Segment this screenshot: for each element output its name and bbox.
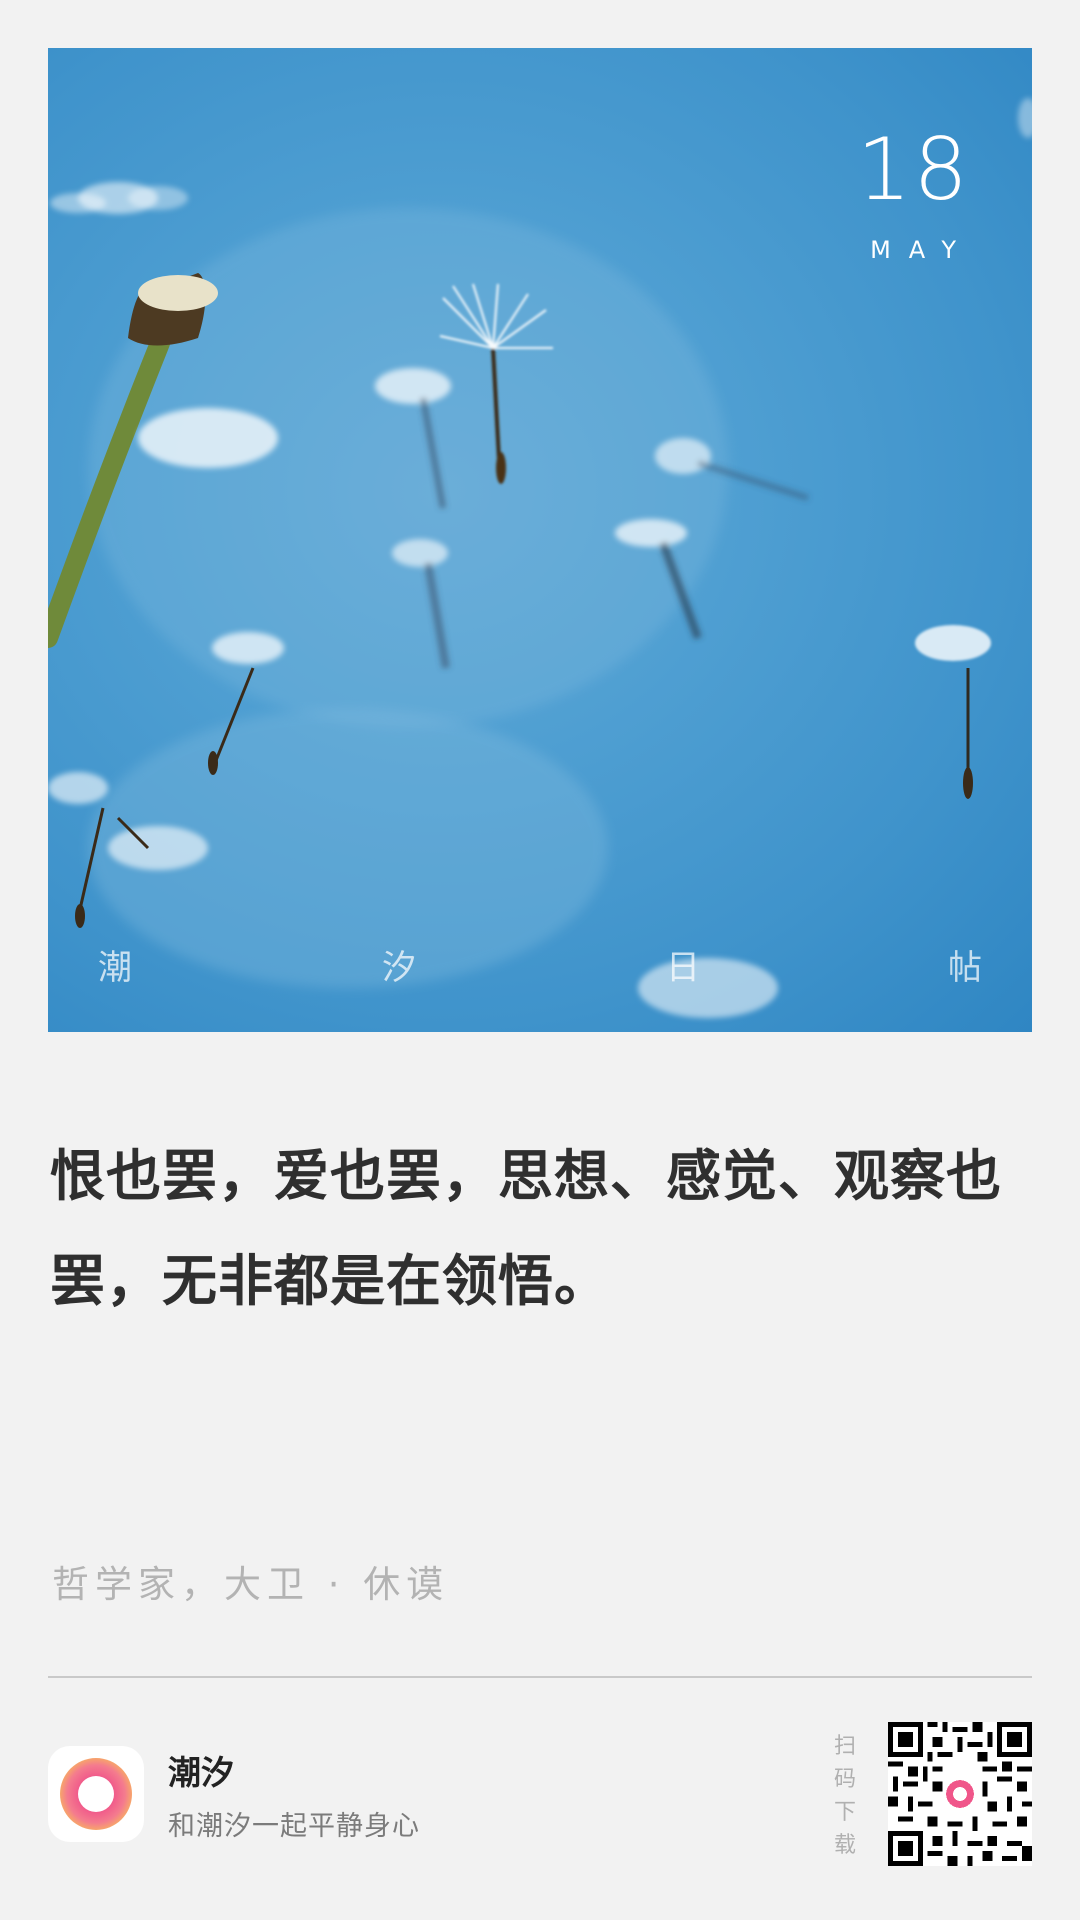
brand-char: 帖 (948, 948, 982, 988)
app-name: 潮汐 (168, 1753, 234, 1792)
quote-text: 恨也罢，爱也罢，思想、感觉、观察也罢，无非都是在领悟。 (50, 1144, 1003, 1313)
app-slogan: 和潮汐一起平静身心 (168, 1811, 420, 1842)
hero-photo: 18 MAY 潮 汐 日 帖 (48, 48, 1032, 1032)
quote-author: 哲学家，大卫 · 休谟 (52, 1563, 450, 1606)
divider (48, 1676, 1032, 1678)
scan-char: 码 (833, 1767, 856, 1792)
scan-download-label: 扫 码 下 载 (830, 1730, 860, 1862)
scan-char: 载 (833, 1833, 856, 1858)
date-month: MAY (870, 236, 974, 264)
date-day: 18 (856, 120, 970, 220)
qr-code-icon[interactable] (888, 1722, 1032, 1866)
brand-char: 潮 (98, 948, 132, 988)
brand-row: 潮 汐 日 帖 (48, 940, 1032, 988)
scan-char: 扫 (833, 1734, 856, 1759)
brand-char: 汐 (382, 948, 416, 988)
scan-char: 下 (833, 1800, 856, 1825)
tide-logo-icon[interactable] (48, 1746, 144, 1842)
brand-char: 日 (666, 948, 700, 988)
